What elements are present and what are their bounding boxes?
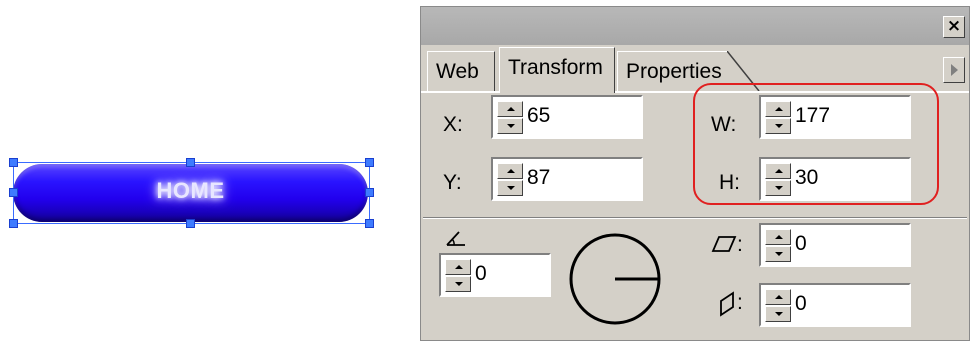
tab-web[interactable]: Web: [427, 51, 495, 91]
skew-vertical-increment-arrow-icon[interactable]: [765, 289, 791, 305]
rotation-increment-arrow-icon[interactable]: [445, 259, 471, 275]
transform-panel: × Web Transform Properties X: 65 Y: 87 W…: [420, 6, 970, 341]
skew-horizontal-value: 0: [795, 232, 807, 255]
resize-handle-right[interactable]: [365, 188, 374, 197]
skew-horizontal-field[interactable]: 0: [759, 223, 911, 267]
skew-vertical-field[interactable]: 0: [759, 283, 911, 327]
skew-horizontal-icon: [711, 236, 737, 252]
resize-handle-left[interactable]: [9, 188, 18, 197]
rotation-value: 0: [475, 262, 487, 285]
close-button[interactable]: ×: [943, 16, 965, 38]
skew-vertical-value: 0: [795, 292, 807, 315]
skew-horizontal-spinner: [765, 229, 791, 263]
y-decrement-arrow-icon[interactable]: [497, 180, 523, 196]
x-value: 65: [527, 104, 551, 127]
resize-handle-bottom-left[interactable]: [9, 219, 18, 228]
skew-vertical-decrement-arrow-icon[interactable]: [765, 306, 791, 322]
rotation-dial[interactable]: [567, 231, 663, 327]
y-increment-arrow-icon[interactable]: [497, 163, 523, 179]
skew-horizontal-colon: :: [737, 233, 743, 256]
resize-handle-top-left[interactable]: [9, 158, 18, 167]
x-decrement-arrow-icon[interactable]: [497, 118, 523, 134]
skew-horizontal-increment-arrow-icon[interactable]: [765, 229, 791, 245]
selection-bounding-box: [13, 162, 370, 224]
panel-titlebar[interactable]: ×: [421, 7, 969, 45]
tab-scroll-right-arrow-icon[interactable]: [943, 57, 965, 83]
skew-horizontal-decrement-arrow-icon[interactable]: [765, 246, 791, 262]
y-value: 87: [527, 166, 551, 189]
resize-handle-top-right[interactable]: [365, 158, 374, 167]
skew-vertical-colon: :: [737, 291, 743, 314]
rotation-decrement-arrow-icon[interactable]: [445, 276, 471, 292]
rotation-spinner: [445, 259, 471, 293]
angle-icon: [446, 231, 465, 246]
x-label: X:: [443, 113, 463, 136]
x-spinner: [497, 101, 523, 135]
wh-highlight-outline: [693, 83, 939, 205]
resize-handle-top[interactable]: [186, 158, 195, 167]
rotation-field[interactable]: 0: [439, 253, 551, 297]
x-increment-arrow-icon[interactable]: [497, 101, 523, 117]
section-divider: [423, 217, 967, 219]
resize-handle-bottom[interactable]: [186, 219, 195, 228]
x-field[interactable]: 65: [491, 95, 643, 139]
tab-transform[interactable]: Transform: [499, 47, 615, 93]
skew-vertical-spinner: [765, 289, 791, 323]
y-field[interactable]: 87: [491, 157, 643, 201]
y-spinner: [497, 163, 523, 197]
skew-vertical-icon: [720, 291, 734, 317]
y-label: Y:: [443, 171, 462, 194]
resize-handle-bottom-right[interactable]: [365, 219, 374, 228]
